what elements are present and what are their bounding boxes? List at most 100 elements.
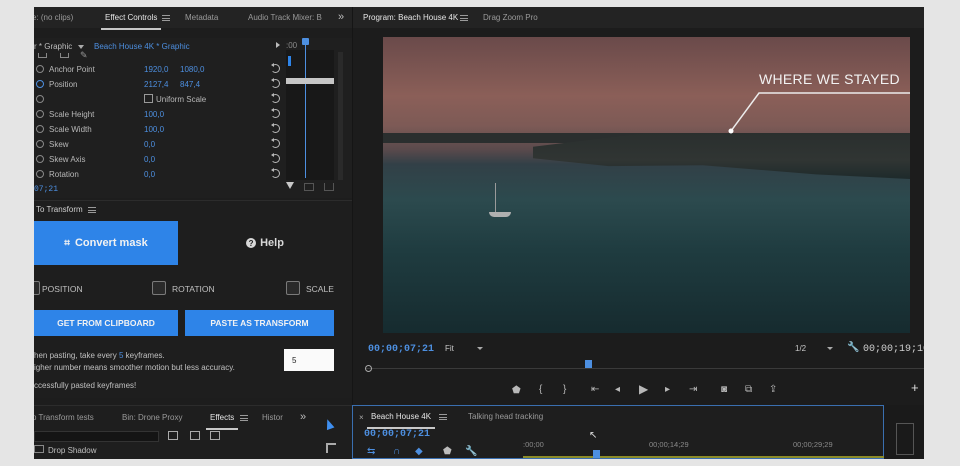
- stopwatch-icon[interactable]: [36, 170, 44, 178]
- share-icon[interactable]: [324, 183, 334, 191]
- clip-selector[interactable]: Beach House 4K * Graphic: [94, 42, 190, 51]
- anchor-y-value[interactable]: 1080,0: [180, 65, 204, 74]
- effect-item-drop-shadow[interactable]: Drop Shadow: [48, 446, 96, 455]
- zoom-fit-select[interactable]: Fit: [441, 342, 489, 355]
- tab-effect-controls[interactable]: Effect Controls: [100, 13, 162, 30]
- tab-source[interactable]: ce: (no clips): [34, 13, 73, 22]
- play-icon[interactable]: ▶: [639, 383, 648, 395]
- clip-bar[interactable]: [286, 78, 334, 84]
- add-marker-icon[interactable]: ◆: [415, 446, 423, 457]
- mark-in-icon[interactable]: {: [539, 385, 542, 395]
- position-checkbox[interactable]: [34, 281, 40, 295]
- help-button[interactable]: ? Help: [178, 221, 352, 265]
- panel-menu-icon[interactable]: [460, 15, 468, 21]
- keyframe-marker[interactable]: [288, 56, 291, 66]
- chevron-down-icon[interactable]: [78, 45, 84, 49]
- step-forward-icon[interactable]: ▸: [665, 385, 670, 395]
- rectangle-mask-icon[interactable]: [60, 53, 69, 58]
- playback-resolution-select[interactable]: 1/2: [791, 342, 839, 355]
- reset-icon[interactable]: [271, 123, 280, 133]
- snap-icon[interactable]: ⇆: [367, 446, 375, 457]
- go-to-in-icon[interactable]: ⇤: [591, 385, 599, 395]
- accelerated-effects-icon[interactable]: [168, 431, 178, 440]
- filter-icon[interactable]: [286, 182, 294, 189]
- step-back-icon[interactable]: ◂: [615, 385, 620, 395]
- 32bit-effects-icon[interactable]: [190, 431, 200, 440]
- selection-tool-icon[interactable]: [323, 417, 335, 431]
- effect-controls-timecode[interactable]: 07;21: [34, 185, 58, 194]
- button-editor-plus-icon[interactable]: +: [911, 381, 919, 394]
- reset-icon[interactable]: [271, 93, 280, 103]
- wrench-icon[interactable]: 🔧: [465, 446, 477, 457]
- scrollbar[interactable]: [338, 52, 343, 180]
- marker-icon[interactable]: ⬟: [443, 446, 452, 457]
- reset-icon[interactable]: [271, 153, 280, 163]
- stopwatch-icon[interactable]: [36, 140, 44, 148]
- position-y-value[interactable]: 847,4: [180, 80, 200, 89]
- anchor-x-value[interactable]: 1920,0: [144, 65, 168, 74]
- effects-search-input[interactable]: [34, 431, 159, 442]
- tab-drag-zoom-pro[interactable]: Drag Zoom Pro: [483, 13, 538, 22]
- stopwatch-icon[interactable]: [36, 125, 44, 133]
- reset-icon[interactable]: [271, 168, 280, 178]
- work-area-bar[interactable]: [523, 456, 885, 458]
- scale-width-value[interactable]: 100,0: [144, 125, 164, 134]
- play-clip-icon[interactable]: [276, 42, 280, 48]
- tab-talking-head-tracking[interactable]: Talking head tracking: [468, 412, 543, 421]
- skew-axis-value[interactable]: 0,0: [144, 155, 155, 164]
- panel-menu-icon[interactable]: [439, 414, 447, 420]
- tab-history[interactable]: Histor: [262, 413, 283, 422]
- panel-menu-icon[interactable]: [240, 415, 248, 421]
- in-point-handle[interactable]: [365, 365, 372, 372]
- mark-out-icon[interactable]: }: [563, 385, 566, 395]
- reset-icon[interactable]: [271, 138, 280, 148]
- stopwatch-icon[interactable]: [36, 80, 44, 88]
- tab-program-monitor[interactable]: Program: Beach House 4K: [358, 13, 463, 30]
- convert-mask-button[interactable]: ⌗ Convert mask: [34, 221, 178, 265]
- ellipse-mask-icon[interactable]: [38, 53, 47, 58]
- playhead-handle[interactable]: [302, 38, 309, 45]
- program-timecode[interactable]: 00;00;07;21: [368, 344, 434, 355]
- position-x-value[interactable]: 2127,4: [144, 80, 168, 89]
- keyframes-input[interactable]: 5: [284, 349, 334, 371]
- comparison-view-icon[interactable]: ⧉: [745, 385, 752, 395]
- linked-selection-icon[interactable]: ∩: [393, 446, 400, 457]
- panel-overflow-icon[interactable]: »: [300, 411, 306, 423]
- export-frame-icon[interactable]: [304, 183, 314, 191]
- tab-effects[interactable]: Effects: [205, 413, 239, 430]
- program-playhead[interactable]: [585, 360, 592, 368]
- reset-icon[interactable]: [271, 78, 280, 88]
- timeline-timecode[interactable]: 00;00;07;21: [364, 429, 430, 440]
- panel-overflow-icon[interactable]: »: [338, 11, 344, 23]
- mini-keyframe-timeline[interactable]: [286, 38, 334, 180]
- go-to-out-icon[interactable]: ⇥: [689, 385, 697, 395]
- uniform-scale-checkbox[interactable]: [144, 94, 153, 103]
- timeline-playhead[interactable]: [593, 450, 600, 458]
- track-select-tool-icon[interactable]: [326, 443, 336, 453]
- scale-height-value[interactable]: 100,0: [144, 110, 164, 119]
- get-from-clipboard-button[interactable]: GET FROM CLIPBOARD: [34, 310, 178, 336]
- tab-beach-house-4k[interactable]: Beach House 4K: [366, 412, 436, 429]
- panel-menu-icon[interactable]: [88, 207, 96, 213]
- reset-icon[interactable]: [271, 108, 280, 118]
- skew-value[interactable]: 0,0: [144, 140, 155, 149]
- panel-menu-icon[interactable]: [162, 15, 170, 21]
- tab-audio-track-mixer[interactable]: Audio Track Mixer: Be: [248, 13, 322, 22]
- video-frame[interactable]: WHERE WE STAYED: [383, 37, 910, 333]
- rotation-value[interactable]: 0,0: [144, 170, 155, 179]
- add-marker-icon[interactable]: ⬟: [512, 386, 521, 396]
- close-icon[interactable]: ×: [359, 413, 364, 422]
- rotation-checkbox[interactable]: [152, 281, 166, 295]
- tab-transform-tests[interactable]: p Transform tests: [34, 413, 94, 422]
- scale-checkbox[interactable]: [286, 281, 300, 295]
- wrench-icon[interactable]: 🔧: [847, 343, 859, 353]
- stopwatch-icon[interactable]: [36, 155, 44, 163]
- program-scrubber[interactable]: [365, 368, 924, 369]
- yuv-effects-icon[interactable]: [210, 431, 220, 440]
- stopwatch-icon[interactable]: [36, 95, 44, 103]
- source-selector[interactable]: r * Graphic: [34, 42, 72, 51]
- stopwatch-icon[interactable]: [36, 110, 44, 118]
- reset-icon[interactable]: [271, 63, 280, 73]
- pen-mask-icon[interactable]: ✎: [80, 50, 88, 61]
- tab-bin-drone-proxy[interactable]: Bin: Drone Proxy: [122, 413, 182, 422]
